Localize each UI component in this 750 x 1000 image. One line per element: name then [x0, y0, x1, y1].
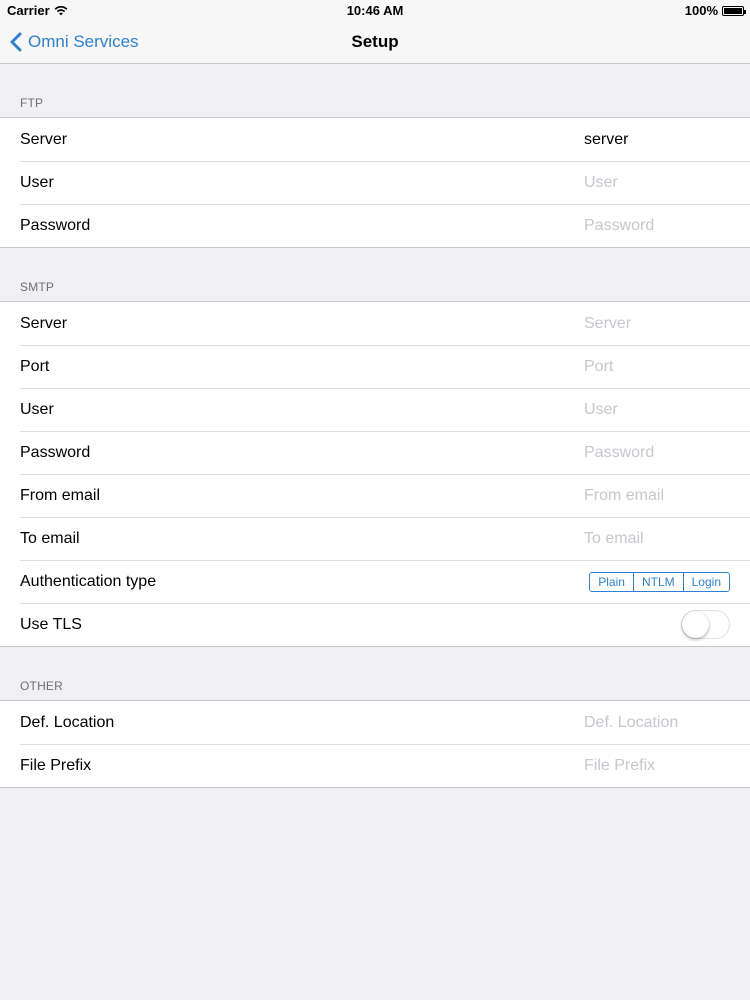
file-prefix-field[interactable] [584, 756, 734, 775]
smtp-password-row: Password [0, 431, 750, 474]
smtp-password-field[interactable] [584, 443, 734, 462]
def-location-field[interactable] [584, 713, 734, 732]
battery-percent: 100% [684, 3, 718, 18]
auth-type-segment-ntlm[interactable]: NTLM [632, 572, 683, 591]
smtp-use-tls-label: Use TLS [20, 615, 82, 633]
settings-content: FTP Server User Password SMTP Server Por… [0, 64, 750, 788]
ftp-password-field[interactable] [584, 216, 734, 235]
ftp-password-row: Password [0, 204, 750, 247]
smtp-port-row: Port [0, 345, 750, 388]
auth-type-segment-login[interactable]: Login [682, 572, 729, 591]
smtp-auth-type-label: Authentication type [20, 572, 157, 590]
smtp-to-email-row: To email [0, 517, 750, 560]
status-right: 100% [684, 3, 746, 18]
status-time: 10:46 AM [346, 3, 404, 18]
smtp-to-email-field[interactable] [584, 529, 734, 548]
smtp-server-label: Server [20, 314, 68, 332]
ftp-user-label: User [20, 173, 54, 191]
ftp-group: Server User Password [0, 118, 750, 248]
other-group: Def. Location File Prefix [0, 701, 750, 788]
smtp-auth-type-row: Authentication type Plain NTLM Login [0, 560, 750, 603]
smtp-use-tls-row: Use TLS [0, 603, 750, 646]
page-title: Setup [351, 32, 399, 51]
ftp-server-label: Server [20, 130, 68, 148]
smtp-server-field[interactable] [584, 314, 734, 333]
file-prefix-label: File Prefix [20, 756, 92, 774]
use-tls-toggle[interactable] [681, 610, 730, 639]
smtp-user-row: User [0, 388, 750, 431]
navigation-bar: Omni Services Setup [0, 22, 750, 64]
section-header-ftp: FTP [0, 64, 750, 118]
file-prefix-row: File Prefix [0, 744, 750, 787]
smtp-server-row: Server [0, 302, 750, 345]
section-header-other: OTHER [0, 647, 750, 701]
smtp-from-email-field[interactable] [584, 486, 734, 505]
smtp-from-email-row: From email [0, 474, 750, 517]
def-location-label: Def. Location [20, 713, 115, 731]
ftp-server-row: Server [0, 118, 750, 161]
section-header-smtp: SMTP [0, 248, 750, 302]
smtp-user-label: User [20, 400, 54, 418]
def-location-row: Def. Location [0, 701, 750, 744]
smtp-password-label: Password [20, 443, 91, 461]
auth-type-segment-plain[interactable]: Plain [590, 572, 633, 591]
ftp-user-field[interactable] [584, 173, 734, 192]
ftp-user-row: User [0, 161, 750, 204]
battery-icon [722, 5, 746, 16]
ftp-password-label: Password [20, 216, 91, 234]
smtp-group: Server Port User Password From email To … [0, 302, 750, 647]
smtp-from-email-label: From email [20, 486, 101, 504]
smtp-port-label: Port [20, 357, 50, 375]
status-bar: Carrier 10:46 AM 100% [0, 0, 750, 22]
toggle-knob [682, 611, 709, 638]
smtp-user-field[interactable] [584, 400, 734, 419]
smtp-port-field[interactable] [584, 357, 734, 376]
auth-type-segmented-control: Plain NTLM Login [589, 571, 730, 592]
smtp-to-email-label: To email [20, 529, 80, 547]
ftp-server-field[interactable] [584, 130, 734, 149]
